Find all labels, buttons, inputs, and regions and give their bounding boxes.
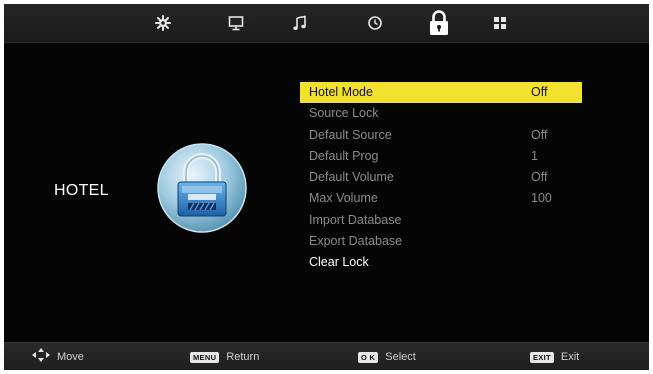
menu-item-export-database[interactable]: Export Database: [300, 231, 582, 252]
time-icon[interactable]: [365, 13, 385, 33]
hint-return-label: Return: [226, 351, 260, 363]
top-tab-bar: [4, 4, 649, 43]
menu-item-source-lock[interactable]: Source Lock: [300, 103, 582, 124]
hint-move: Move: [32, 343, 84, 370]
hint-select-label: Select: [385, 351, 416, 363]
menu-item-value: Off: [531, 170, 548, 185]
exit-key-icon: EXIT: [530, 351, 554, 363]
sound-icon[interactable]: [290, 13, 310, 33]
app-grid-icon[interactable]: [490, 13, 510, 33]
menu-item-value: 1: [531, 148, 538, 163]
hotel-lock-emblem-icon: [156, 142, 248, 234]
ok-key-icon: O K: [358, 351, 379, 363]
footer-hint-bar: Move MENU Return O K Select EXIT Exit: [4, 342, 649, 370]
menu-item-label: Import Database: [309, 212, 402, 227]
picture-icon[interactable]: [226, 13, 246, 33]
menu-item-default-volume[interactable]: Default Volume Off: [300, 167, 582, 188]
section-title: HOTEL: [54, 182, 109, 199]
hint-return: MENU Return: [190, 343, 259, 370]
menu-item-default-prog[interactable]: Default Prog 1: [300, 146, 582, 167]
menu-key-icon: MENU: [190, 351, 220, 363]
menu-item-label: Default Volume: [309, 170, 394, 185]
menu-item-import-database[interactable]: Import Database: [300, 210, 582, 231]
hint-exit-label: Exit: [560, 351, 580, 363]
dpad-icon: [32, 347, 50, 367]
menu-item-value: Off: [531, 127, 548, 142]
menu-item-label: Hotel Mode: [309, 85, 373, 99]
menu-item-label: Default Source: [309, 127, 392, 142]
settings-icon[interactable]: [153, 13, 173, 33]
menu-item-default-source[interactable]: Default Source Off: [300, 125, 582, 146]
menu-item-label: Export Database: [309, 234, 403, 249]
menu-item-hotel-mode[interactable]: Hotel Mode Off: [300, 82, 582, 104]
tv-screen: HOTEL Hotel Mode Off Source Lock Default…: [4, 4, 649, 370]
menu-item-value: Off: [531, 85, 548, 99]
menu-item-value: 100: [531, 191, 552, 206]
menu-item-label: Clear Lock: [309, 255, 369, 270]
hint-move-label: Move: [57, 351, 84, 363]
lock-icon[interactable]: [426, 8, 452, 38]
menu-item-label: Source Lock: [309, 106, 379, 121]
hotel-menu-list: Hotel Mode Off Source Lock Default Sourc…: [300, 82, 582, 274]
menu-item-label: Max Volume: [309, 191, 378, 206]
hint-select: O K Select: [358, 343, 416, 370]
menu-item-label: Default Prog: [309, 148, 379, 163]
menu-item-max-volume[interactable]: Max Volume 100: [300, 188, 582, 209]
menu-item-clear-lock[interactable]: Clear Lock: [300, 252, 582, 273]
hint-exit: EXIT Exit: [530, 343, 579, 370]
